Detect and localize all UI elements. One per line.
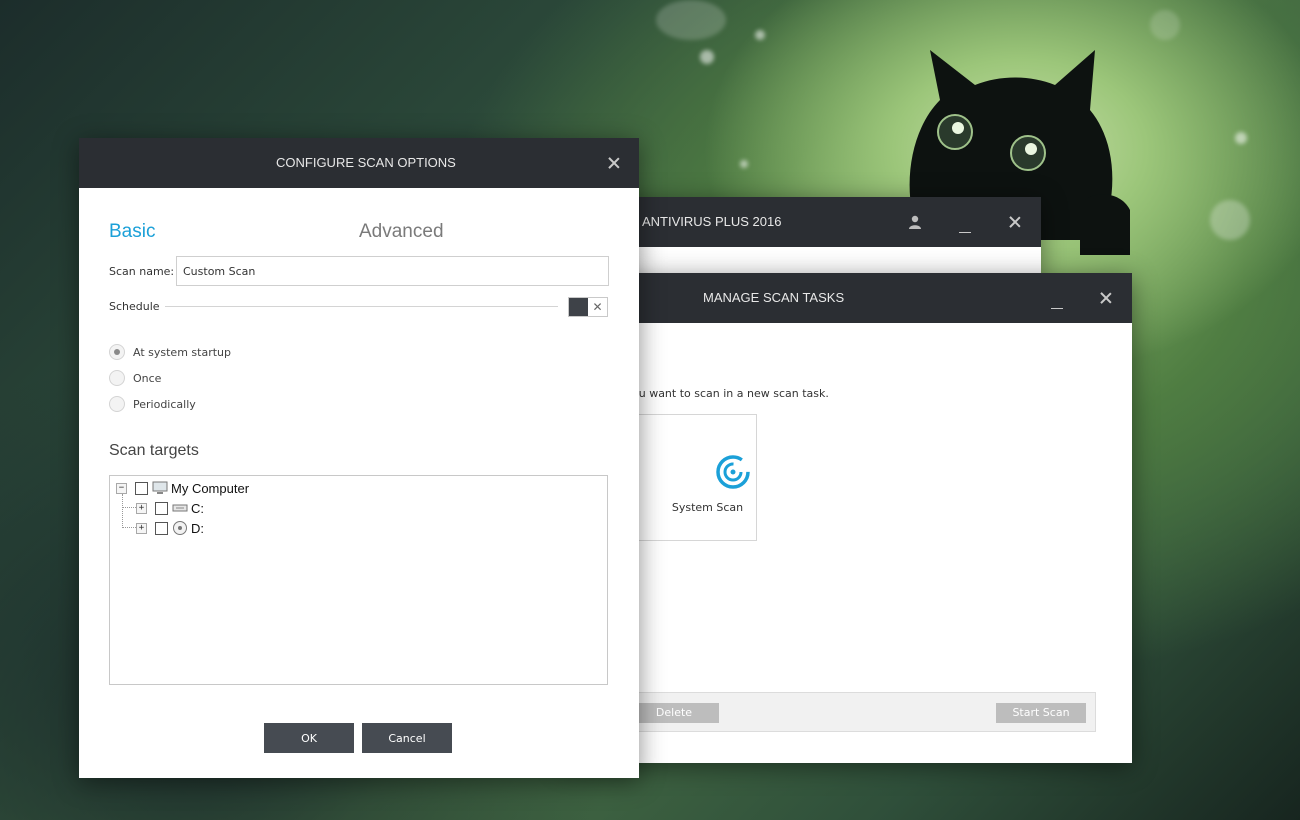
- radar-icon: [716, 455, 750, 489]
- manage-window-title: MANAGE SCAN TASKS: [703, 290, 845, 305]
- checkbox-drive-d[interactable]: [155, 521, 168, 535]
- radio-label: Periodically: [133, 397, 196, 411]
- radio-periodically[interactable]: Periodically: [109, 396, 196, 412]
- collapse-toggle[interactable]: −: [116, 482, 127, 494]
- bokeh-light: [1210, 200, 1250, 240]
- toggle-off-icon: ✕: [592, 300, 603, 314]
- manage-close-button[interactable]: [1091, 273, 1121, 323]
- bokeh-light: [1235, 132, 1247, 144]
- minimize-icon: [959, 221, 971, 233]
- antivirus-main-window: ANTIVIRUS PLUS 2016: [600, 197, 1041, 277]
- expand-toggle[interactable]: +: [136, 502, 147, 514]
- main-minimize-button[interactable]: [950, 197, 980, 247]
- manage-footer: Delete Start Scan: [600, 692, 1096, 732]
- radio-once[interactable]: Once: [109, 370, 161, 386]
- computer-icon: [152, 481, 168, 494]
- tab-basic[interactable]: Basic: [109, 221, 155, 243]
- bokeh-light: [740, 160, 748, 168]
- main-window-title: ANTIVIRUS PLUS 2016: [642, 214, 782, 229]
- close-icon: [1100, 292, 1112, 304]
- scan-name-label: Scan name:: [109, 265, 175, 278]
- minimize-icon: [1051, 297, 1063, 309]
- radio-at-startup[interactable]: At system startup: [109, 344, 231, 360]
- scan-targets-tree: − My Computer + C: + D:: [109, 475, 608, 685]
- radio-label: At system startup: [133, 345, 231, 359]
- radio-button: [109, 370, 125, 386]
- manage-minimize-button[interactable]: [1042, 273, 1072, 323]
- tree-guide: [122, 494, 123, 528]
- delete-button[interactable]: Delete: [629, 703, 719, 723]
- configure-scan-options-dialog: CONFIGURE SCAN OPTIONS Basic Advanced Sc…: [79, 138, 639, 778]
- tree-guide: [122, 507, 136, 508]
- tree-item-drive-d: + D:: [136, 520, 204, 536]
- tree-guide: [122, 527, 136, 528]
- tree-label: D:: [191, 520, 204, 536]
- config-titlebar: CONFIGURE SCAN OPTIONS: [79, 138, 639, 188]
- checkbox-drive-c[interactable]: [155, 501, 168, 515]
- expand-toggle[interactable]: +: [136, 522, 147, 534]
- account-button[interactable]: [900, 197, 930, 247]
- radio-button: [109, 344, 125, 360]
- close-icon: [1009, 216, 1021, 228]
- schedule-toggle[interactable]: ✕: [568, 297, 608, 317]
- start-scan-button[interactable]: Start Scan: [996, 703, 1086, 723]
- manage-titlebar: MANAGE SCAN TASKS: [560, 273, 1132, 323]
- manage-content: ou want to scan in a new scan task. Syst…: [560, 323, 1132, 763]
- bokeh-light: [1150, 10, 1180, 40]
- radio-label: Once: [133, 371, 162, 385]
- toggle-knob: [569, 298, 588, 316]
- bokeh-light: [656, 0, 726, 40]
- main-titlebar: ANTIVIRUS PLUS 2016: [600, 197, 1041, 247]
- config-content: Basic Advanced Scan name: Schedule ✕ At …: [79, 188, 639, 778]
- ok-button[interactable]: OK: [264, 723, 354, 753]
- tree-label: C:: [191, 500, 204, 516]
- radio-button: [109, 396, 125, 412]
- bokeh-light: [700, 50, 714, 64]
- user-icon: [909, 215, 921, 229]
- cancel-button[interactable]: Cancel: [362, 723, 452, 753]
- cd-drive-icon: [173, 521, 187, 535]
- scan-targets-heading: Scan targets: [109, 442, 199, 459]
- manage-scan-tasks-window: MANAGE SCAN TASKS ou want to scan in a n…: [560, 273, 1132, 763]
- system-scan-label: System Scan: [671, 501, 744, 514]
- hard-drive-icon: [172, 504, 188, 512]
- tree-label: My Computer: [171, 480, 250, 496]
- tree-item-drive-c: + C:: [136, 500, 204, 516]
- config-dialog-title: CONFIGURE SCAN OPTIONS: [276, 155, 456, 170]
- tab-advanced[interactable]: Advanced: [359, 221, 444, 243]
- manage-instruction: ou want to scan in a new scan task.: [632, 387, 829, 400]
- bokeh-light: [755, 30, 765, 40]
- config-close-button[interactable]: [599, 138, 629, 188]
- main-close-button[interactable]: [1000, 197, 1030, 247]
- close-icon: [608, 157, 620, 169]
- schedule-label: Schedule: [109, 300, 160, 313]
- tree-item-my-computer: − My Computer: [116, 480, 249, 496]
- checkbox-my-computer[interactable]: [135, 481, 148, 495]
- schedule-divider: [165, 306, 558, 307]
- scan-name-input[interactable]: [176, 256, 609, 286]
